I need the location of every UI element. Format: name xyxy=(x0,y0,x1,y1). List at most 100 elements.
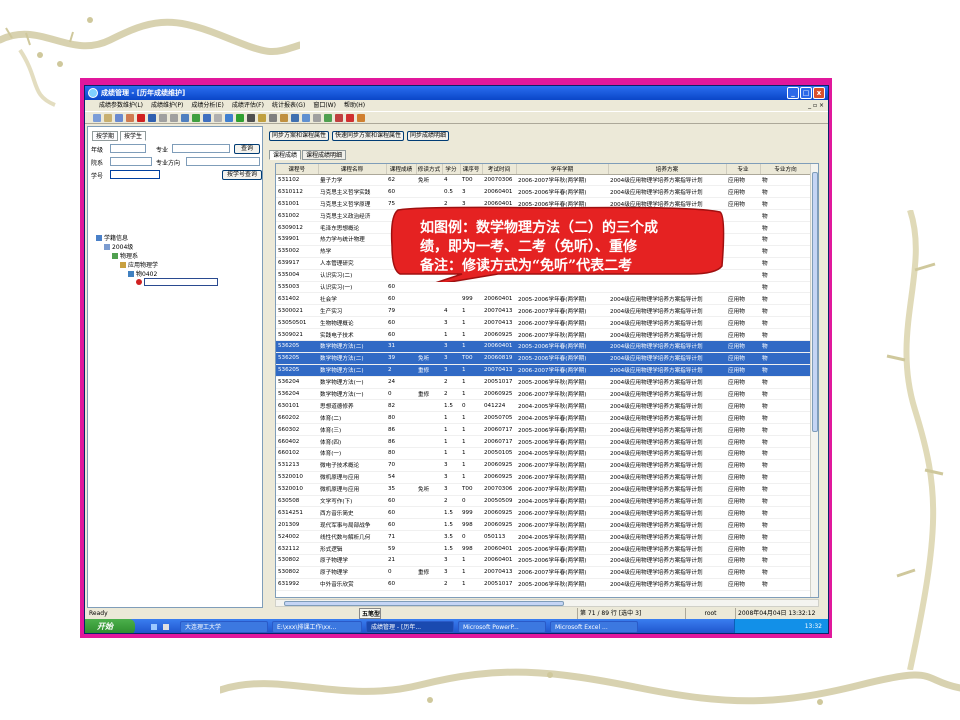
tree-node-class[interactable]: 物0402 xyxy=(128,269,157,278)
open-icon[interactable] xyxy=(104,113,112,122)
cut-icon[interactable] xyxy=(269,113,277,122)
table-row[interactable]: 660102 体育(一) 80 1 1 20050105 2004-2005学年秋(两学期)… xyxy=(276,447,811,460)
column-header[interactable]: 课程成绩 xyxy=(386,164,417,175)
tab-by-term[interactable]: 按学期 xyxy=(92,131,119,141)
delete-icon[interactable] xyxy=(137,113,145,122)
save-icon[interactable] xyxy=(148,113,156,122)
new-icon[interactable] xyxy=(93,113,101,122)
task-dlut[interactable]: 大连理工大学 xyxy=(180,621,268,633)
table-row[interactable]: 531213 微电子技术概论 70 3 1 20060925 2006-2007学年秋(两学… xyxy=(276,459,811,472)
close-button[interactable]: x xyxy=(813,87,825,99)
preview-icon[interactable] xyxy=(302,113,310,122)
table-row[interactable]: 524002 线性代数与解析几何 71 3.5 0 050113 2004-2005学年秋(… xyxy=(276,530,811,544)
tab-score-details[interactable]: 课程成绩明细 xyxy=(302,150,347,160)
filter-icon[interactable] xyxy=(324,113,332,122)
table-row[interactable]: 53050501 生物物理概论 60 3 1 20070413 2006-2007学年春(两… xyxy=(276,316,811,330)
print-icon[interactable] xyxy=(291,113,299,122)
table-row[interactable]: 630508 文学写作(下) 60 2 0 20050509 2004-2005学年春(两学… xyxy=(276,495,811,508)
table-row[interactable]: 5320010 微机原理与应用 35 免听 3 T00 20070306 2006-2007学… xyxy=(276,483,811,496)
tree-node-student[interactable] xyxy=(136,278,218,286)
column-header[interactable]: 学分 xyxy=(442,164,461,175)
column-header[interactable]: 培养方案 xyxy=(608,164,727,175)
column-header[interactable]: 课程名称 xyxy=(318,164,387,175)
query-button[interactable]: 查询 xyxy=(234,144,260,154)
find-icon[interactable] xyxy=(181,113,189,122)
table-row[interactable]: 632112 形式逻辑 59 1.5 998 20060401 2005-2006学年春(两… xyxy=(276,542,811,555)
menu-score-evaluate[interactable]: 成绩评估(F) xyxy=(232,100,264,111)
table-row[interactable]: 535003 认识实习(一) 60 物 xyxy=(276,281,811,294)
task-score-app[interactable]: 成绩管理 - [历年... xyxy=(366,621,454,633)
table-row[interactable]: 5300021 生产实习 79 4 1 20070413 2006-2007学年春(两学期)… xyxy=(276,304,811,318)
vertical-scrollbar[interactable] xyxy=(810,164,818,597)
table-row[interactable]: 536204 数学物理方法(一) 0 重修 2 1 20060925 2006-2007学年秋… xyxy=(276,388,811,401)
table-row[interactable]: 531102 量子力学 62 免听 4 T00 20070306 2006-2007学年秋(两… xyxy=(276,174,811,187)
sync-plan-button[interactable]: 同步方案和课程属性 xyxy=(269,131,330,141)
table-row[interactable]: 5309021 实践电子技术 60 1 1 20060925 2006-2007学年秋(两学… xyxy=(276,328,811,341)
task-powerpoint[interactable]: Microsoft PowerP... xyxy=(458,621,546,633)
ime-indicator[interactable]: 五笔型 xyxy=(359,608,382,619)
table-row[interactable]: 630101 思想道德修养 82 1.5 0 041224 2004-2005学年秋(两学期… xyxy=(276,399,811,413)
table-row[interactable]: 631402 社会学 60 999 20060401 2005-2006学年春(两学期) 2… xyxy=(276,292,811,306)
table-row[interactable]: 5320010 微机原理与应用 54 3 1 20060925 2006-2007学年秋(两… xyxy=(276,471,811,484)
table-row[interactable]: 536205 数学物理方法(二) 39 免听 3 T00 20060819 2005-2006… xyxy=(276,352,811,365)
redo-icon[interactable] xyxy=(170,113,178,122)
grid-icon[interactable] xyxy=(203,113,211,122)
dept-field[interactable] xyxy=(110,157,152,166)
minimize-button[interactable]: _ xyxy=(787,87,799,99)
tree-node-year[interactable]: 2004级 xyxy=(104,242,133,251)
tree-node-root[interactable]: 学籍信息 xyxy=(96,233,128,242)
column-header[interactable]: 考试时间 xyxy=(482,164,517,175)
quick-sync-plan-button[interactable]: 快速同步方案和课程属性 xyxy=(332,131,405,141)
paste-icon[interactable] xyxy=(280,113,288,122)
table-row[interactable]: 6314251 西方音乐简史 60 1.5 999 20060925 2006-2007学年… xyxy=(276,506,811,520)
table-row[interactable]: 631992 中外音乐欣赏 60 2 1 20051017 2005-2006学年秋(两学期… xyxy=(276,578,811,591)
menu-window[interactable]: 窗口(W) xyxy=(313,100,336,111)
column-header[interactable]: 修读方式 xyxy=(416,164,443,175)
export-icon[interactable] xyxy=(346,113,354,122)
sync-detail-button[interactable]: 同步成绩明细 xyxy=(407,131,450,141)
copy-icon[interactable] xyxy=(258,113,266,122)
desktop-quicklaunch-icon[interactable] xyxy=(163,624,169,630)
menu-score-maintain[interactable]: 成绩维护(P) xyxy=(151,100,183,111)
menu-help[interactable]: 帮助(H) xyxy=(344,100,365,111)
column-header[interactable]: 专业方向 xyxy=(760,164,812,175)
horizontal-scrollbar[interactable] xyxy=(275,599,819,607)
task-explorer[interactable]: E:\xxx\排课工作\xx... xyxy=(272,621,362,633)
tree-node-dept[interactable]: 物理系 xyxy=(112,251,138,260)
hscroll-thumb[interactable] xyxy=(284,601,564,606)
tree-node-major[interactable]: 应用物理学 xyxy=(120,260,158,269)
student-no-field[interactable] xyxy=(110,170,160,179)
ie-quicklaunch-icon[interactable] xyxy=(151,624,157,630)
menu-score-analysis[interactable]: 成绩分析(E) xyxy=(191,100,223,111)
table-row[interactable]: 530802 原子物理学 0 重修 3 1 20070413 2006-2007学年春(两学期… xyxy=(276,566,811,579)
table-row[interactable]: 536205 数学物理方法(二) 2 重修 3 1 20070413 2006-2007学年春… xyxy=(276,364,811,377)
task-excel[interactable]: Microsoft Excel ... xyxy=(550,621,638,633)
table-row[interactable]: 660302 体育(三) 86 1 1 20060717 2005-2006学年春(两学期)… xyxy=(276,423,811,437)
scroll-thumb[interactable] xyxy=(812,172,818,432)
table-row[interactable]: 536204 数学物理方法(一) 24 2 1 20051017 2005-2006学年秋(… xyxy=(276,376,811,389)
start-button[interactable]: 开始 xyxy=(85,619,135,633)
forward-icon[interactable] xyxy=(236,113,244,122)
table-row[interactable]: 530802 原子物理学 21 3 1 20060401 2005-2006学年春(两学期)… xyxy=(276,554,811,567)
pin-icon[interactable] xyxy=(247,113,255,122)
table-row[interactable]: 6310112 马克思主义哲学实践 60 0.5 3 20060401 2005-2006学… xyxy=(276,185,811,199)
binoculars-icon[interactable] xyxy=(313,113,321,122)
direction-field[interactable] xyxy=(186,157,260,166)
table-row[interactable]: 536205 数学物理方法(二) 31 3 1 20060401 2005-2006学年春(… xyxy=(276,340,811,353)
menu-reports[interactable]: 统计报表(G) xyxy=(272,100,305,111)
font-icon[interactable] xyxy=(335,113,343,122)
column-header[interactable]: 课程号 xyxy=(276,164,319,175)
edit-icon[interactable] xyxy=(126,113,134,122)
table-row[interactable]: 660202 体育(二) 80 1 1 20050705 2004-2005学年春(两学期)… xyxy=(276,411,811,425)
grade-field[interactable] xyxy=(110,144,146,153)
mdi-controls[interactable]: _ ▫ × xyxy=(808,100,824,111)
refresh-icon[interactable] xyxy=(192,113,200,122)
table-row[interactable]: 201309 现代军事与局部战争 60 1.5 998 20060925 2006-2007… xyxy=(276,518,811,532)
major-field[interactable] xyxy=(172,144,230,153)
query-by-no-button[interactable]: 按学号查询 xyxy=(222,170,262,180)
undo-icon[interactable] xyxy=(159,113,167,122)
student-name-edit[interactable] xyxy=(144,278,218,286)
search-icon[interactable] xyxy=(115,113,123,122)
tab-course-scores[interactable]: 课程成绩 xyxy=(269,150,302,160)
table-row[interactable]: 660402 体育(四) 86 1 1 20060717 2005-2006学年春(两学期)… xyxy=(276,435,811,448)
